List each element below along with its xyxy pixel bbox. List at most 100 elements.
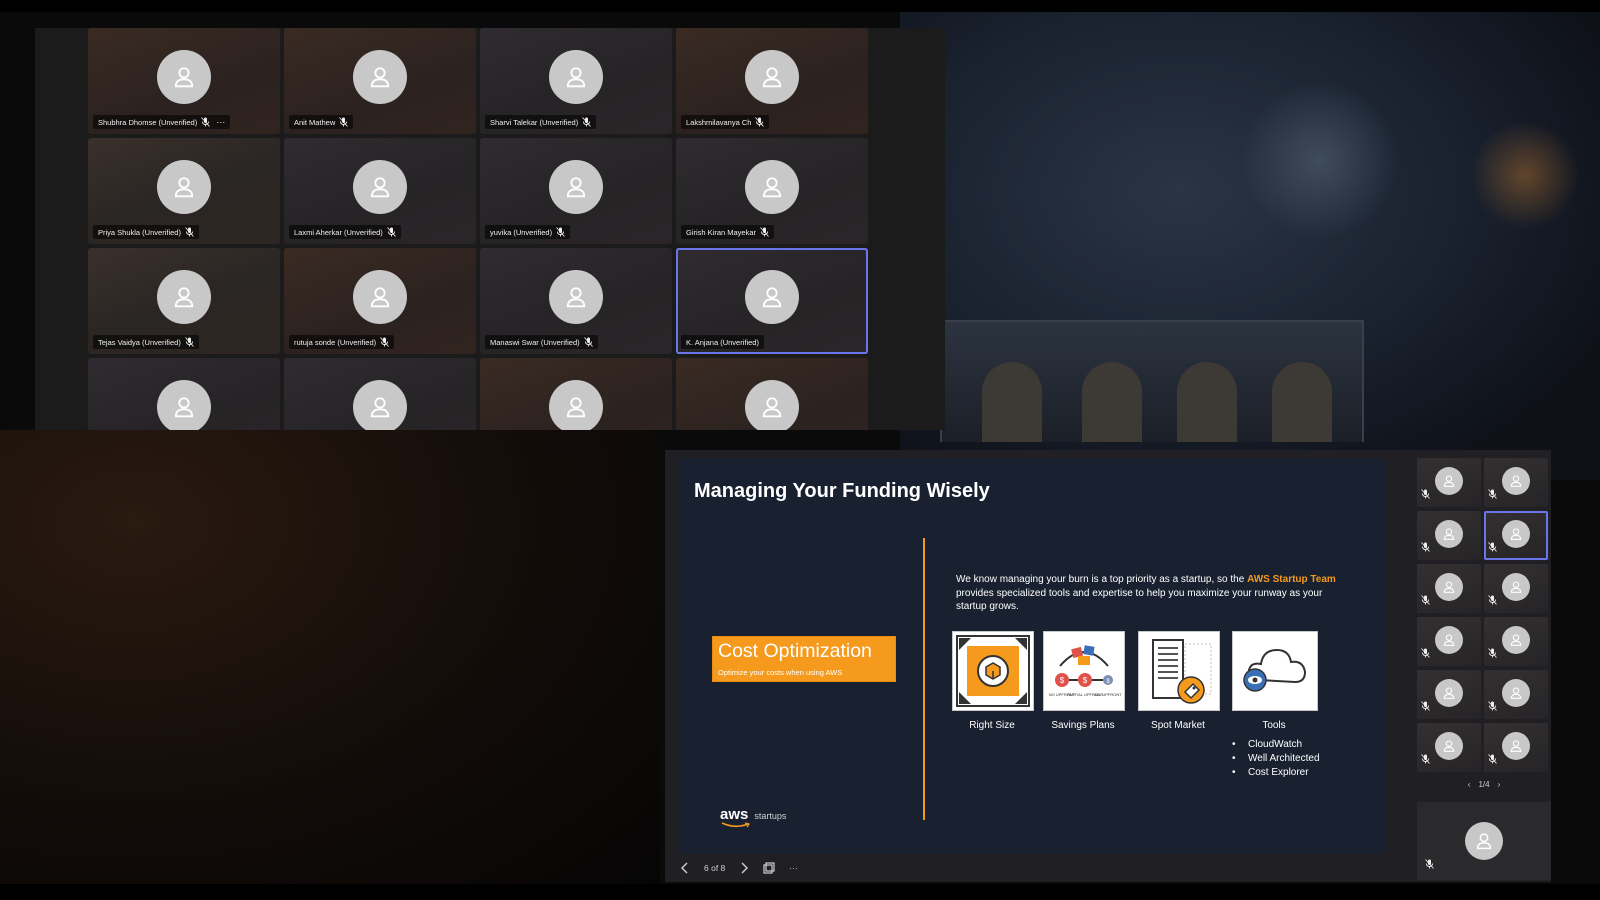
- participant-thumb[interactable]: [1484, 617, 1548, 666]
- mic-muted-icon: [755, 117, 765, 127]
- avatar-icon: [549, 380, 603, 430]
- mic-muted-icon: [1421, 751, 1430, 769]
- tool-label: Right Size: [969, 720, 1015, 731]
- participant-tile[interactable]: Lakshmilavanya Ch: [676, 28, 868, 134]
- savings-plans-card: $ $ $ NO UPFRONT PARTIAL UPFRONT ALL UPF…: [1043, 631, 1125, 711]
- participant-thumb[interactable]: [1484, 723, 1548, 772]
- participant-thumb-active[interactable]: [1484, 511, 1548, 560]
- participant-tile[interactable]: Anit Mathew: [284, 28, 476, 134]
- mic-muted-icon: [1421, 698, 1430, 716]
- background-light: [1240, 80, 1400, 240]
- mic-muted-icon: [582, 117, 592, 127]
- participant-thumb[interactable]: [1417, 458, 1481, 507]
- name-tag: Manaswi Swar (Unverified): [485, 335, 598, 349]
- mic-muted-icon: [1488, 751, 1497, 769]
- mic-muted-icon: [1488, 698, 1497, 716]
- participant-tile[interactable]: Shubhra Dhomse (Unverified) ···: [88, 28, 280, 134]
- avatar-icon: [745, 50, 799, 104]
- participant-thumb[interactable]: [1484, 564, 1548, 613]
- shared-content-window: Managing Your Funding Wisely Cost Optimi…: [665, 450, 1551, 882]
- mic-muted-icon: [583, 337, 593, 347]
- participant-name: Shubhra Dhomse (Unverified): [98, 117, 198, 127]
- participant-tile-active[interactable]: K. Anjana (Unverified): [676, 248, 868, 354]
- name-tag: Tejas Vaidya (Unverified): [93, 335, 199, 349]
- avatar-icon: [549, 160, 603, 214]
- avatar-icon: [157, 160, 211, 214]
- popout-icon[interactable]: [763, 862, 775, 874]
- participant-tile[interactable]: Priya Shukla (Unverified): [88, 138, 280, 244]
- mic-muted-icon: [1488, 592, 1497, 610]
- avatar-icon: [353, 50, 407, 104]
- participant-name: Girish Kiran Mayekar: [686, 227, 757, 237]
- participant-tile[interactable]: Laxmi Aherkar (Unverified): [284, 138, 476, 244]
- participant-name: Manaswi Swar (Unverified): [490, 337, 580, 347]
- participant-name: K. Anjana (Unverified): [686, 337, 759, 347]
- chevron-right-icon[interactable]: [739, 862, 749, 874]
- chevron-right-icon[interactable]: ›: [1498, 780, 1501, 789]
- participant-tile[interactable]: Girish Kiran Mayekar: [676, 138, 868, 244]
- background-person-shadow: [0, 430, 660, 890]
- avatar-icon: [353, 380, 407, 430]
- participant-tile[interactable]: [480, 358, 672, 430]
- name-tag: Laxmi Aherkar (Unverified): [289, 225, 401, 239]
- participant-tile[interactable]: Manaswi Swar (Unverified): [480, 248, 672, 354]
- logo-suffix: startups: [754, 811, 787, 821]
- chevron-left-icon[interactable]: ‹: [1468, 780, 1471, 789]
- more-options-icon[interactable]: ···: [789, 863, 798, 873]
- participant-thumb[interactable]: [1484, 670, 1548, 719]
- slide-counter: 6 of 8: [704, 863, 726, 873]
- mic-muted-icon: [556, 227, 565, 237]
- tools-card: [1232, 631, 1318, 711]
- tool-label: Spot Market: [1151, 720, 1205, 731]
- cost-box-title: Cost Optimization: [718, 640, 872, 662]
- slide-controls: 6 of 8 ···: [680, 860, 798, 876]
- name-tag: rutuja sonde (Unverified): [289, 335, 395, 349]
- participant-thumb[interactable]: [1417, 670, 1481, 719]
- slide-divider: [923, 538, 925, 820]
- participant-tile[interactable]: [88, 358, 280, 430]
- participant-name: Anit Mathew: [294, 117, 336, 127]
- avatar-icon: [157, 380, 211, 430]
- tool-label: Tools: [1262, 720, 1286, 731]
- mic-muted-icon: [1421, 592, 1430, 610]
- strip-pager: ‹ 1/4 ›: [1417, 780, 1551, 789]
- intro-highlight: AWS Startup Team: [1247, 574, 1336, 585]
- background-person: [1082, 362, 1142, 442]
- spot-market-card: [1138, 631, 1220, 711]
- participant-name: Priya Shukla (Unverified): [98, 227, 181, 237]
- participant-thumb[interactable]: [1484, 458, 1548, 507]
- participant-tile[interactable]: [676, 358, 868, 430]
- tool-label: Savings Plans: [1051, 720, 1115, 731]
- mic-muted-icon: [1488, 539, 1497, 557]
- avatar-icon: [549, 270, 603, 324]
- chevron-left-icon[interactable]: [680, 862, 690, 874]
- participant-strip-grid: [1417, 458, 1551, 772]
- mic-muted-icon: [201, 117, 211, 127]
- avatar-icon: [157, 50, 211, 104]
- participant-thumb[interactable]: [1417, 617, 1481, 666]
- letterbox-top: [0, 0, 1600, 12]
- participant-tile[interactable]: Sharvi Talekar (Unverified): [480, 28, 672, 134]
- participant-name: Tejas Vaidya (Unverified): [98, 337, 181, 347]
- participant-thumb[interactable]: [1417, 564, 1481, 613]
- participant-thumb[interactable]: [1417, 723, 1481, 772]
- mic-muted-icon: [1421, 486, 1430, 504]
- avatar-icon: [353, 270, 407, 324]
- more-options-icon[interactable]: ···: [216, 117, 225, 127]
- tools-list-item: CloudWatch: [1232, 738, 1320, 752]
- cloud-monitoring-icon: [1243, 648, 1307, 692]
- participant-tile[interactable]: [284, 358, 476, 430]
- avatar-icon: [1435, 626, 1463, 654]
- participant-thumb[interactable]: [1417, 511, 1481, 560]
- mic-muted-icon: [1488, 645, 1497, 663]
- participant-tile[interactable]: yuvika (Unverified): [480, 138, 672, 244]
- plan-caption: ALL UPFRONT: [1094, 692, 1122, 697]
- mic-muted-icon: [185, 227, 194, 237]
- avatar-icon: [1465, 822, 1503, 860]
- name-tag: Girish Kiran Mayekar: [681, 225, 775, 239]
- self-view-tile[interactable]: [1417, 802, 1551, 880]
- participant-tile[interactable]: rutuja sonde (Unverified): [284, 248, 476, 354]
- cost-box-subtitle: Optimize your costs when using AWS: [718, 668, 843, 677]
- presentation-slide: Managing Your Funding Wisely Cost Optimi…: [680, 458, 1385, 854]
- participant-tile[interactable]: Tejas Vaidya (Unverified): [88, 248, 280, 354]
